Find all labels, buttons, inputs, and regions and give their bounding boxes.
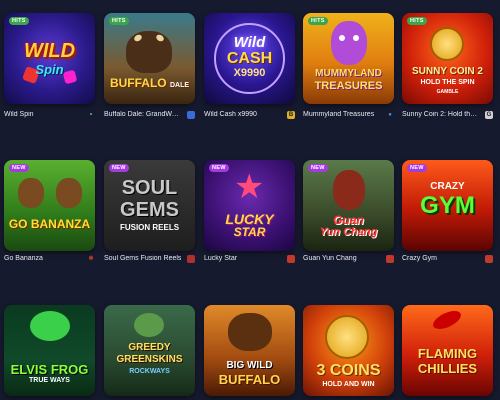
provider-square-icon bbox=[187, 111, 195, 119]
game-caption: Go Bananza ✱ bbox=[4, 254, 95, 266]
game-logo: SOUL bbox=[121, 177, 178, 199]
game-logo-sub: CASH bbox=[226, 50, 273, 67]
game-logo: FLAMING bbox=[417, 346, 478, 361]
game-tile-greedy-greenskins[interactable]: GREEDY GREENSKINS ROCKWAYS bbox=[104, 305, 195, 396]
game-title: Buffalo Dale: GrandWays bbox=[104, 111, 182, 118]
game-logo-sub: TRUE WAYS bbox=[29, 377, 70, 384]
game-caption: Buffalo Dale: GrandWays bbox=[104, 110, 195, 122]
game-tile-flaming-chillies[interactable]: FLAMING CHILLIES bbox=[402, 305, 493, 396]
game-tile-lucky-star[interactable]: NEW ★ LUCKY STAR bbox=[204, 160, 295, 251]
game-tile-wild-cash[interactable]: Wild CASH X9990 bbox=[204, 13, 295, 104]
game-tile-guan-yun-chang[interactable]: NEW Guan Yun Chang bbox=[303, 160, 394, 251]
new-badge: NEW bbox=[209, 164, 229, 172]
game-logo: LUCKY bbox=[225, 211, 274, 227]
game-tile-soul-gems[interactable]: NEW SOUL GEMS FUSION REELS bbox=[104, 160, 195, 251]
game-logo: ELVIS FROG bbox=[10, 362, 89, 377]
game-logo-sub: STAR bbox=[233, 225, 266, 239]
game-logo-sub: GYM bbox=[420, 192, 475, 219]
game-logo-sub: TREASURES bbox=[314, 80, 383, 92]
game-logo: WILD bbox=[23, 40, 76, 62]
game-logo-mult: X9990 bbox=[233, 67, 266, 79]
game-title: Soul Gems Fusion Reels bbox=[104, 255, 182, 262]
game-caption: Mummyland Treasures ● bbox=[303, 110, 394, 122]
game-logo-tag: ROCKWAYS bbox=[129, 368, 170, 375]
game-title: Wild Spin bbox=[4, 111, 34, 118]
game-caption: Guan Yun Chang bbox=[303, 254, 394, 266]
new-badge: NEW bbox=[9, 164, 29, 172]
game-logo: SUNNY COIN 2 bbox=[412, 66, 483, 77]
game-logo: MUMMYLAND bbox=[315, 68, 382, 79]
game-grid: HITS WILD Spin Wild Spin • HITS BUFFALO … bbox=[0, 0, 500, 400]
game-title: Guan Yun Chang bbox=[303, 255, 357, 262]
game-caption: Lucky Star bbox=[204, 254, 295, 266]
game-tile-crazy-gym[interactable]: NEW CRAZY GYM bbox=[402, 160, 493, 251]
new-badge: NEW bbox=[407, 164, 427, 172]
game-logo-tag: HOLD AND WIN bbox=[322, 381, 375, 388]
provider-red-icon bbox=[485, 255, 493, 263]
provider-red-icon bbox=[287, 255, 295, 263]
game-logo: BIG WILD bbox=[226, 360, 273, 371]
game-tile-buffalo-dale[interactable]: HITS BUFFALO DALE bbox=[104, 13, 195, 104]
game-tile-go-bananza[interactable]: NEW GO BANANZA bbox=[4, 160, 95, 251]
hits-badge: HITS bbox=[109, 17, 129, 25]
hits-badge: HITS bbox=[407, 17, 427, 25]
game-logo-sub: Yun Chang bbox=[319, 226, 378, 238]
game-title: Mummyland Treasures bbox=[303, 111, 375, 118]
game-title: Go Bananza bbox=[4, 255, 43, 262]
provider-red-icon bbox=[386, 255, 394, 263]
game-title: Crazy Gym bbox=[402, 255, 437, 262]
game-logo-sub: Spin bbox=[35, 62, 64, 77]
game-logo: CRAZY bbox=[430, 181, 465, 192]
hits-badge: HITS bbox=[308, 17, 328, 25]
game-tile-sunny-coin-2[interactable]: HITS SUNNY COIN 2 HOLD THE SPIN GAMBLE bbox=[402, 13, 493, 104]
game-title: Lucky Star bbox=[204, 255, 238, 262]
provider-dot-icon: ● bbox=[388, 112, 392, 118]
game-tile-3-coins[interactable]: 3 COINS HOLD AND WIN bbox=[303, 305, 394, 396]
game-tile-big-wild-buffalo[interactable]: BIG WILD BUFFALO bbox=[204, 305, 295, 396]
g-circle-icon: • bbox=[89, 112, 93, 118]
game-caption: Wild Cash x9990 B bbox=[204, 110, 295, 122]
game-logo-sub: GREENSKINS bbox=[116, 354, 183, 365]
game-caption: Crazy Gym bbox=[402, 254, 493, 266]
game-title: Sunny Coin 2: Hold the ... bbox=[402, 111, 480, 118]
game-logo: GO BANANZA bbox=[8, 217, 91, 231]
provider-red-icon bbox=[187, 255, 195, 263]
game-logo-sub: GEMS bbox=[120, 199, 179, 221]
game-title: Wild Cash x9990 bbox=[204, 111, 257, 118]
game-logo: 3 COINS bbox=[316, 362, 381, 379]
game-logo-sub: HOLD THE SPIN bbox=[420, 79, 475, 86]
game-logo: Wild bbox=[233, 34, 266, 51]
game-logo-sub: BUFFALO bbox=[218, 372, 281, 387]
game-logo: Guan bbox=[333, 213, 364, 227]
g-square-icon: G bbox=[485, 111, 493, 119]
new-badge: NEW bbox=[308, 164, 328, 172]
game-tile-mummyland-treasures[interactable]: HITS MUMMYLAND TREASURES bbox=[303, 13, 394, 104]
game-caption: Sunny Coin 2: Hold the ... G bbox=[402, 110, 493, 122]
new-badge: NEW bbox=[109, 164, 129, 172]
provider-star-icon: ✱ bbox=[88, 256, 94, 262]
game-tile-elvis-frog[interactable]: ELVIS FROG TRUE WAYS bbox=[4, 305, 95, 396]
star-icon: ★ bbox=[234, 168, 265, 206]
game-tile-wild-spin[interactable]: HITS WILD Spin bbox=[4, 13, 95, 104]
game-logo-sub: CHILLIES bbox=[417, 361, 478, 376]
hits-badge: HITS bbox=[9, 17, 29, 25]
game-caption: Soul Gems Fusion Reels bbox=[104, 254, 195, 266]
b-square-icon: B bbox=[287, 111, 295, 119]
game-caption: Wild Spin • bbox=[4, 110, 95, 122]
game-logo: GREEDY bbox=[128, 342, 171, 353]
game-logo-tag: FUSION REELS bbox=[119, 223, 180, 232]
game-logo: BUFFALO DALE bbox=[109, 76, 190, 90]
game-logo-brand: GAMBLE bbox=[436, 89, 459, 95]
